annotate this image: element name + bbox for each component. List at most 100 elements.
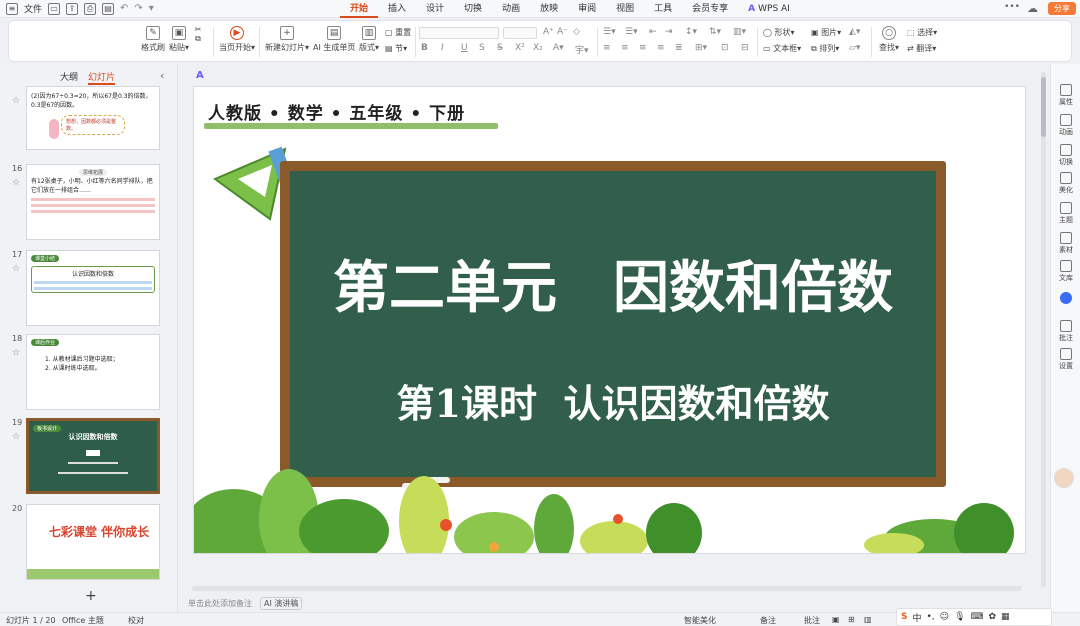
subscript-icon[interactable]: X₂ <box>533 43 543 53</box>
print-icon[interactable]: ⎙ <box>84 2 97 15</box>
clear-format-icon[interactable]: ◇ <box>573 27 580 37</box>
vertical-scrollbar[interactable] <box>1041 72 1046 587</box>
ai-generate-button[interactable]: ▤ AI 生成单页 <box>313 26 355 53</box>
more-icon[interactable]: ▾ <box>149 3 154 14</box>
translate-button[interactable]: ⇄ 翻译▾ <box>907 43 936 54</box>
italic-icon[interactable]: I <box>441 43 444 53</box>
ai-tool[interactable] <box>1051 292 1080 305</box>
new-slide-button[interactable]: + 新建幻灯片▾ <box>265 26 309 53</box>
menu-wps-ai[interactable]: A WPS AI <box>738 0 800 18</box>
menu-icon[interactable]: ≡ <box>6 2 18 15</box>
text-direction-icon[interactable]: ⇅▾ <box>709 27 721 37</box>
reset-button[interactable]: ▢ 重置 <box>385 27 411 38</box>
menu-review[interactable]: 审阅 <box>568 0 606 18</box>
menu-member[interactable]: 会员专享 <box>682 0 738 18</box>
section-button[interactable]: ▤ 节▾ <box>385 43 407 54</box>
properties-tool[interactable]: 属性 <box>1051 84 1080 107</box>
distribute-icon[interactable]: ≣ <box>675 43 683 53</box>
menu-view[interactable]: 视图 <box>606 0 644 18</box>
picture-button[interactable]: ▣ 图片▾ <box>811 27 841 38</box>
settings-tool[interactable]: 设置 <box>1051 348 1080 371</box>
ime-language[interactable]: 中 <box>912 611 921 624</box>
notes-placeholder[interactable]: 单击此处添加备注 <box>188 598 252 609</box>
avatar[interactable] <box>1054 468 1074 488</box>
indent-decrease-icon[interactable]: ⇤ <box>649 27 657 37</box>
indent-increase-icon[interactable]: ⇥ <box>665 27 673 37</box>
slide-thumbnail-selected[interactable]: 板书设计 认识因数和倍数 <box>26 418 160 494</box>
transition-tool[interactable]: 切换 <box>1051 144 1080 167</box>
skin-icon[interactable]: ✿ <box>989 612 997 622</box>
cloud-icon[interactable]: ☁ <box>1027 2 1038 15</box>
menu-transition[interactable]: 切换 <box>454 0 492 18</box>
align-left-icon[interactable]: ≡ <box>603 43 611 53</box>
cut-copy-group[interactable]: ✂ ⧉ <box>193 25 203 44</box>
slide-thumbnail[interactable]: 课堂小结 认识因数和倍数 <box>26 250 160 326</box>
comments-toggle-button[interactable]: 批注 <box>804 615 820 626</box>
more-options-icon[interactable]: ••• <box>1004 2 1020 12</box>
sorter-view-icon[interactable]: ⊞ <box>848 615 855 624</box>
menu-tools[interactable]: 工具 <box>644 0 682 18</box>
decrease-font-icon[interactable]: A⁻ <box>557 27 568 37</box>
share-button[interactable]: 分享 <box>1048 2 1076 15</box>
menu-home[interactable]: 开始 <box>340 0 379 18</box>
menu-insert[interactable]: 插入 <box>378 0 416 18</box>
char-spacing-icon[interactable]: 宇▾ <box>575 43 589 56</box>
menu-slideshow[interactable]: 放映 <box>530 0 568 18</box>
convert-icon[interactable]: ⊟ <box>741 43 749 53</box>
sogou-icon[interactable]: S <box>901 612 907 622</box>
tab-slides[interactable]: 幻灯片 <box>88 70 116 85</box>
menu-design[interactable]: 设计 <box>416 0 454 18</box>
font-size-select[interactable] <box>503 27 537 39</box>
find-button[interactable]: ○ 查找▾ <box>879 26 899 53</box>
comment-tool[interactable]: 批注 <box>1051 320 1080 343</box>
fill-icon[interactable]: ◭▾ <box>849 27 860 37</box>
theme-tool[interactable]: 主题 <box>1051 202 1080 225</box>
scrollbar-thumb[interactable] <box>1041 77 1046 137</box>
textbox-button[interactable]: ▭ 文本框▾ <box>763 43 801 54</box>
redo-icon[interactable]: ↷ <box>134 3 142 14</box>
select-button[interactable]: ⬚ 选择▾ <box>907 27 937 38</box>
align-center-icon[interactable]: ≡ <box>621 43 629 53</box>
menu-animation[interactable]: 动画 <box>492 0 530 18</box>
collapse-panel-icon[interactable]: ‹ <box>160 69 164 82</box>
strikethrough-icon[interactable]: S̶ <box>497 43 503 53</box>
shadow-icon[interactable]: S <box>479 43 485 53</box>
slide-subtitle[interactable]: 第1课时 认识因数和倍数 <box>290 373 936 428</box>
bold-icon[interactable]: B <box>421 43 428 53</box>
theme-name[interactable]: Office 主题 <box>62 615 104 626</box>
font-family-select[interactable] <box>419 27 499 39</box>
align-right-icon[interactable]: ≡ <box>639 43 647 53</box>
assets-tool[interactable]: 素材 <box>1051 232 1080 255</box>
superscript-icon[interactable]: X² <box>515 43 525 53</box>
shape-button[interactable]: ◯ 形状▾ <box>763 27 795 38</box>
keyboard-icon[interactable]: ⌨ <box>971 612 984 622</box>
animation-tool[interactable]: 动画 <box>1051 114 1080 137</box>
save-icon[interactable]: ▭ <box>48 2 61 15</box>
slide-thumbnail[interactable]: (2)因为67÷0.3=20，所以67是0.3的倍数，0.3是67的因数。 想想… <box>26 86 160 150</box>
subject-header[interactable]: 人教版 • 数学 • 五年级 • 下册 <box>208 99 465 124</box>
proofing-button[interactable]: 校对 <box>128 615 144 626</box>
layout-button[interactable]: ▥ 版式▾ <box>359 26 379 53</box>
beautify-tool[interactable]: 美化 <box>1051 172 1080 195</box>
tab-outline[interactable]: 大纲 <box>60 70 78 85</box>
punctuation-icon[interactable]: •, <box>927 612 935 622</box>
slide-thumbnail[interactable]: 课后作业 1. 从教材课后习题中选取； 2. 从课时练中选取。 <box>26 334 160 410</box>
columns-icon[interactable]: ▥▾ <box>733 27 746 37</box>
play-current-button[interactable]: ▶ 当页开始▾ <box>219 26 255 53</box>
ai-speech-button[interactable]: AI 演讲稿 <box>260 596 303 610</box>
notes-toggle-button[interactable]: 备注 <box>760 615 776 626</box>
slide-thumbnail[interactable]: 思维拓展 有12张桌子，小明、小红等六名同学排队，把它们放在一排组合…… <box>26 164 160 240</box>
file-menu[interactable]: 文件 <box>24 2 42 15</box>
underline-icon[interactable]: U <box>461 43 468 53</box>
font-color-icon[interactable]: A▾ <box>553 43 564 53</box>
ai-assistant-icon[interactable]: A <box>196 70 204 81</box>
numbering-icon[interactable]: ☰▾ <box>625 27 638 37</box>
format-painter-button[interactable]: ✎ 格式刷 <box>141 26 165 53</box>
smartart-icon[interactable]: ⊡ <box>721 43 729 53</box>
smart-beautify-button[interactable]: 智能美化 <box>684 615 716 626</box>
horizontal-scrollbar[interactable] <box>192 586 1022 591</box>
undo-icon[interactable]: ↶ <box>120 3 128 14</box>
slide-thumbnail[interactable]: 七彩课堂 伴你成长 <box>26 504 160 580</box>
reading-view-icon[interactable]: ▥ <box>864 615 872 624</box>
paste-button[interactable]: ▣ 粘贴▾ <box>169 26 189 53</box>
